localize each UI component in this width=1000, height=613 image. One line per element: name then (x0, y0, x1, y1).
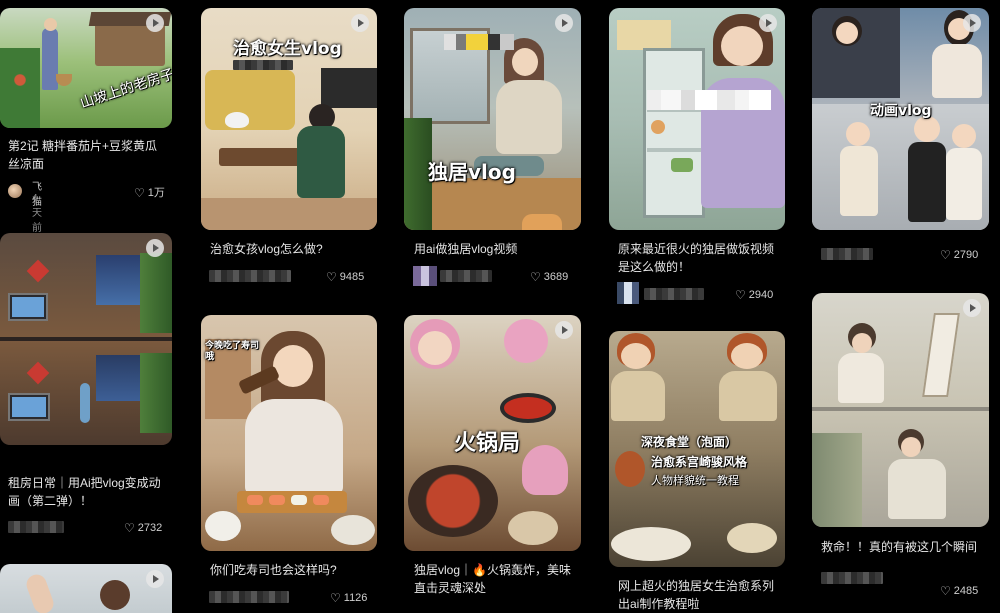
avatar[interactable] (8, 184, 22, 198)
like-count-value: 3689 (543, 271, 569, 283)
like-count[interactable]: ♡ 2485 (940, 584, 978, 598)
card-title[interactable]: 租房日常｜用Ai把vlog变成动画（第二弹）！ (8, 474, 168, 510)
card-title[interactable]: 独居vlog｜🔥火锅轰炸，美味直击灵魂深处 (414, 561, 574, 597)
card-title[interactable]: 原来最近很火的独居做饭视频是这么做的！ (618, 240, 778, 276)
play-icon (963, 299, 981, 317)
author-name-pixelated (209, 270, 291, 282)
pixelated-block (233, 60, 293, 70)
author-name-pixelated (821, 572, 883, 584)
card-thumbnail[interactable]: 动画vlog (812, 8, 989, 230)
like-count[interactable]: ♡ 9485 (326, 270, 364, 284)
heart-icon: ♡ (940, 584, 951, 598)
post-time: 4天前 (32, 193, 42, 234)
card-thumbnail[interactable] (609, 8, 785, 230)
card-thumbnail[interactable] (0, 564, 172, 613)
card-thumbnail[interactable]: 深夜食堂（泡面） 治愈系宫崎骏风格 人物样貌统一教程 (609, 331, 785, 567)
card-thumbnail[interactable]: 独居vlog (404, 8, 581, 230)
thumbnail-overlay-text-2: 治愈系宫崎骏风格 (651, 455, 748, 469)
card-thumbnail[interactable] (812, 293, 989, 527)
censor-block (647, 90, 771, 110)
thumbnail-overlay-text: 今晚吃了寿司哦 (205, 341, 260, 362)
author-name-pixelated (821, 248, 873, 260)
like-count-value: 9485 (339, 271, 365, 283)
heart-icon: ♡ (735, 288, 746, 302)
thumbnail-overlay-text: 动画vlog (870, 103, 932, 119)
like-count[interactable]: ♡ 2732 (124, 521, 162, 535)
like-count-value: 1126 (343, 592, 368, 604)
card-title[interactable]: 救命！！真的有被这几个瞬间 (821, 538, 985, 556)
like-count[interactable]: ♡ 2790 (940, 248, 978, 262)
play-icon (759, 14, 777, 32)
card-title[interactable]: 第2记 糖拌番茄片+豆浆黄瓜丝凉面 (8, 137, 166, 173)
card-thumbnail[interactable] (0, 233, 172, 445)
author-name-pixelated (440, 270, 492, 282)
card-thumbnail[interactable]: 今晚吃了寿司哦 (201, 315, 377, 551)
play-icon (146, 14, 164, 32)
heart-icon: ♡ (940, 248, 951, 262)
play-icon (555, 14, 573, 32)
like-count[interactable]: ♡ 1126 (330, 591, 367, 605)
like-count[interactable]: ♡ 2940 (735, 288, 773, 302)
play-icon (555, 321, 573, 339)
author-avatar-censored (413, 266, 437, 286)
author-name-pixelated (209, 591, 289, 603)
like-count[interactable]: ♡ 1万 (134, 184, 165, 200)
like-count-value: 2732 (137, 522, 163, 534)
thumbnail-overlay-text: 治愈女生vlog (233, 39, 342, 59)
censor-block (444, 34, 524, 50)
card-thumbnail[interactable]: 火锅局 (404, 315, 581, 551)
heart-icon: ♡ (124, 521, 135, 535)
card-title[interactable]: 网上超火的独居女生治愈系列出ai制作教程啦 (618, 577, 782, 613)
thumbnail-overlay-text: 火锅局 (454, 431, 521, 456)
heart-icon: ♡ (330, 591, 341, 605)
author-avatar-censored (617, 282, 639, 304)
like-count-value: 2790 (953, 249, 979, 261)
card-title[interactable]: 你们吃寿司也会这样吗? (210, 561, 370, 579)
play-icon (351, 14, 369, 32)
like-count[interactable]: ♡ 3689 (530, 270, 568, 284)
play-icon (146, 239, 164, 257)
like-count-value: 2940 (748, 289, 774, 301)
play-icon (963, 14, 981, 32)
card-thumbnail[interactable]: 治愈女生vlog (201, 8, 377, 230)
play-icon (146, 570, 164, 588)
thumbnail-overlay-text-3: 人物样貌统一教程 (651, 474, 739, 487)
author-name-pixelated (8, 521, 64, 533)
heart-icon: ♡ (326, 270, 337, 284)
like-count-value: 2485 (953, 585, 979, 597)
heart-icon: ♡ (134, 186, 145, 200)
card-title[interactable]: 用ai做独居vlog视频 (414, 240, 574, 258)
author-name-pixelated (644, 288, 704, 300)
heart-icon: ♡ (530, 270, 541, 284)
like-count-value: 1万 (147, 187, 165, 199)
card-title[interactable]: 治愈女孩vlog怎么做? (210, 240, 370, 258)
card-thumbnail[interactable]: 山坡上的老房子 (0, 8, 172, 128)
thumbnail-overlay-text: 独居vlog (428, 160, 516, 184)
thumbnail-overlay-text-1: 深夜食堂（泡面） (641, 435, 738, 449)
